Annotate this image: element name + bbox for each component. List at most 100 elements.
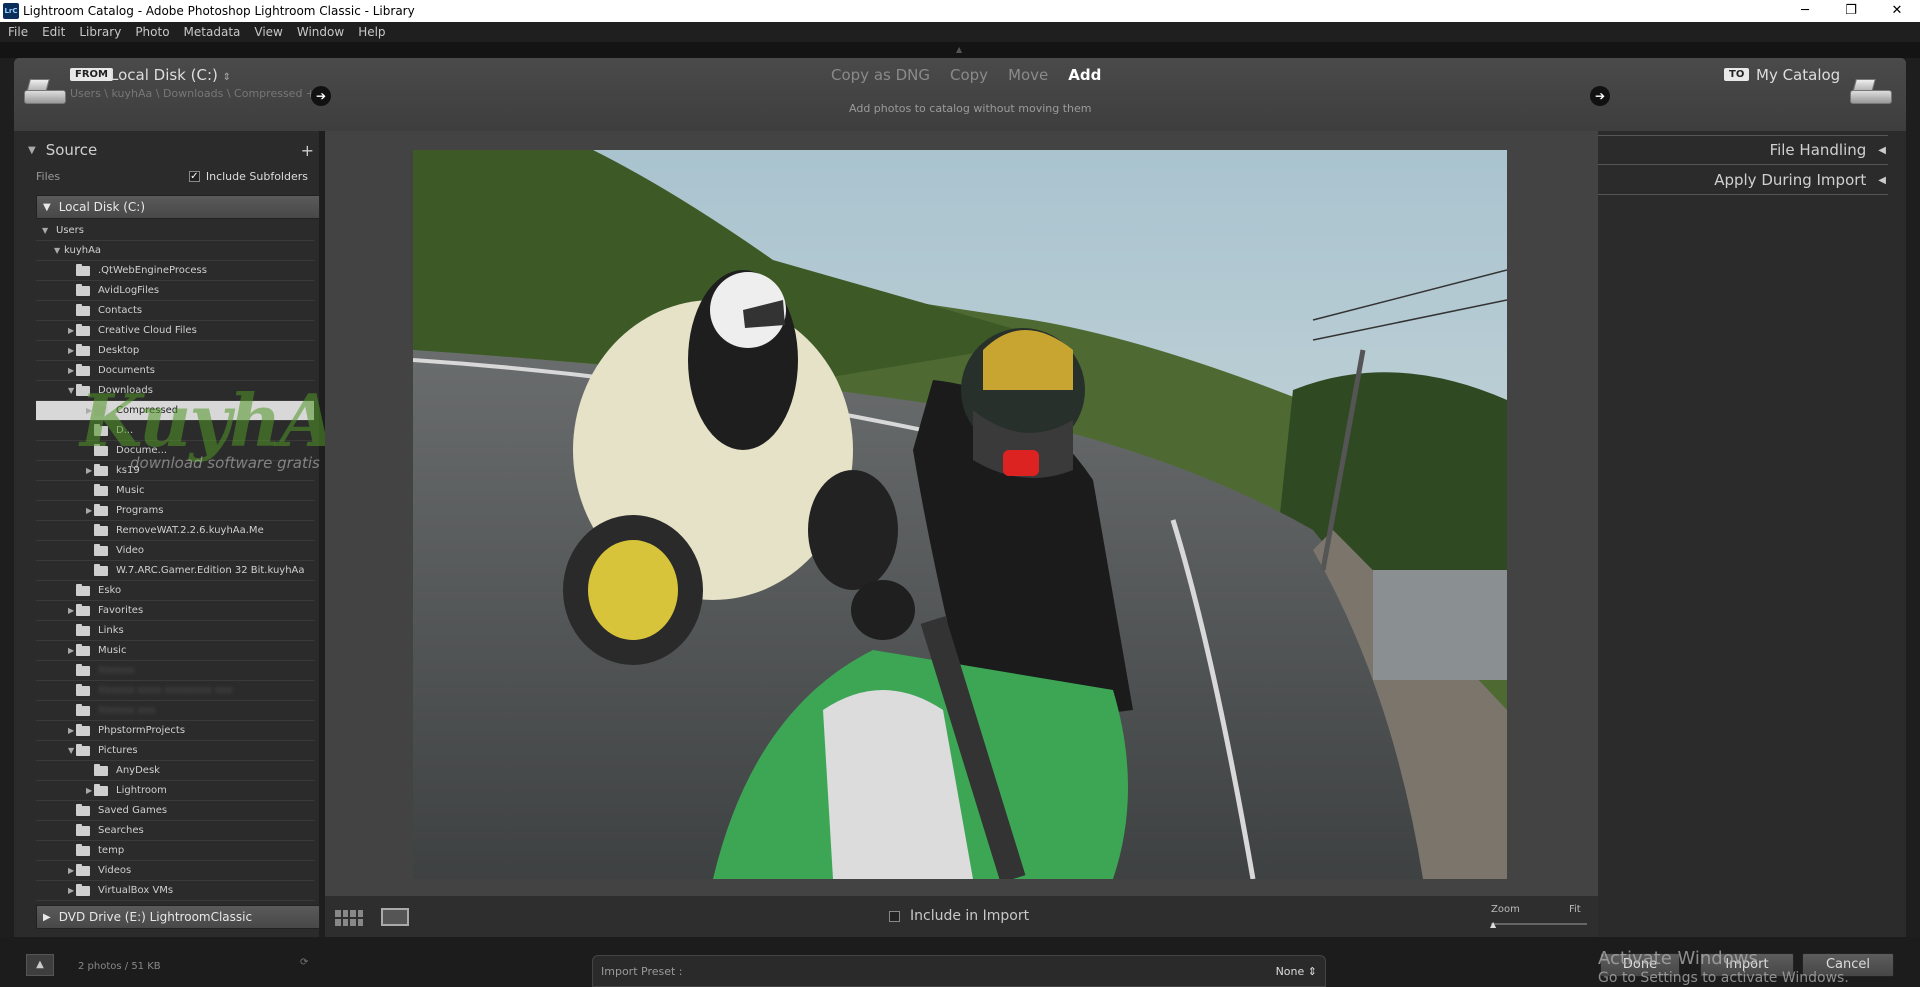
minimize-button[interactable]: ─ — [1782, 0, 1828, 22]
folder-tree-item[interactable]: AnyDesk — [36, 761, 314, 781]
menu-photo[interactable]: Photo — [127, 25, 175, 39]
collapsed-triangle-icon[interactable]: ▶ — [68, 726, 74, 735]
collapsed-triangle-icon[interactable]: ▶ — [68, 886, 74, 895]
folder-tree-item[interactable]: ▶ Music — [36, 641, 314, 661]
menu-view[interactable]: View — [246, 25, 288, 39]
folder-tree-item[interactable]: Xxxxxx xxx — [36, 701, 314, 721]
include-subfolders-checkbox[interactable]: ✓ — [188, 170, 200, 182]
mode-copy-as-dng[interactable]: Copy as DNG — [831, 66, 930, 84]
folder-tree-item[interactable]: Video — [36, 541, 314, 561]
menu-library[interactable]: Library — [71, 25, 127, 39]
volume-local-disk-c[interactable]: ▼ Local Disk (C:) — [36, 195, 320, 219]
loupe-view-icon[interactable] — [381, 908, 409, 926]
file-handling-header[interactable]: File Handling ◀ — [1770, 137, 1886, 163]
folder-tree-item[interactable]: ▼ kuyhAa — [36, 241, 314, 261]
folder-tree-item[interactable]: ▶ Programs — [36, 501, 314, 521]
folder-tree-item[interactable]: Saved Games — [36, 801, 314, 821]
collapsed-triangle-icon[interactable]: ▶ — [68, 866, 74, 875]
folder-tree-item-label: kuyhAa — [64, 245, 102, 256]
mode-add[interactable]: Add — [1068, 66, 1101, 84]
volume-e-label: DVD Drive (E:) LightroomClassic — [58, 910, 253, 924]
import-modes: Copy as DNG Copy Move Add — [831, 66, 1101, 84]
grid-view-icon[interactable] — [335, 910, 363, 926]
add-source-icon[interactable]: + — [301, 141, 314, 160]
folder-tree-item-label: temp — [98, 845, 125, 856]
motorcycle-photo-image — [413, 150, 1507, 879]
folder-tree-item[interactable]: ▶ Favorites — [36, 601, 314, 621]
source-selector[interactable]: Local Disk (C:) ⇕ — [110, 66, 231, 84]
folder-icon — [76, 743, 90, 756]
folder-icon — [94, 503, 108, 516]
maximize-button[interactable]: ❐ — [1828, 0, 1874, 22]
import-preset-select[interactable]: None ⇕ — [1276, 965, 1317, 978]
include-in-import-toggle[interactable]: Include in Import — [889, 908, 1029, 924]
expanded-triangle-icon[interactable]: ▼ — [68, 746, 74, 755]
expanded-triangle-icon[interactable]: ▼ — [54, 246, 60, 255]
title-bar: LrC Lightroom Catalog - Adobe Photoshop … — [0, 0, 1920, 22]
destination-name[interactable]: My Catalog — [1756, 66, 1840, 84]
mode-copy[interactable]: Copy — [950, 66, 988, 84]
folder-tree-item[interactable]: Xxxxxx — [36, 661, 314, 681]
folder-tree-item[interactable]: .QtWebEngineProcess — [36, 261, 314, 281]
preview-toolbar: Include in Import Zoom Fit ▲ — [325, 896, 1598, 937]
collapsed-triangle-icon[interactable]: ▶ — [68, 646, 74, 655]
expanded-triangle-icon[interactable]: ▼ — [68, 386, 74, 395]
folder-tree-item[interactable]: Links — [36, 621, 314, 641]
folder-tree-item[interactable]: ▶ PhpstormProjects — [36, 721, 314, 741]
include-in-import-checkbox[interactable] — [889, 910, 900, 922]
folder-tree-item[interactable]: ▶ VirtualBox VMs — [36, 881, 314, 901]
menu-help[interactable]: Help — [350, 25, 391, 39]
collapsed-triangle-icon[interactable]: ▶ — [68, 366, 74, 375]
collapsed-triangle-icon[interactable]: ▶ — [86, 466, 92, 475]
folder-tree-item-label: Contacts — [98, 305, 143, 316]
apply-during-import-label: Apply During Import — [1714, 171, 1867, 189]
folder-tree-item[interactable]: AvidLogFiles — [36, 281, 314, 301]
zoom-slider[interactable] — [1491, 923, 1587, 925]
destination-arrow-icon[interactable]: ➔ — [1590, 86, 1610, 106]
source-panel-title: Source — [45, 141, 98, 159]
menu-bar: File Edit Library Photo Metadata View Wi… — [0, 22, 1920, 42]
folder-tree: ▼ Users ▼ kuyhAa .QtWebEngineProcess AvidLogF… — [36, 221, 314, 901]
folder-tree-item[interactable]: Searches — [36, 821, 314, 841]
mode-move[interactable]: Move — [1008, 66, 1048, 84]
folder-tree-item-label: Music — [116, 485, 145, 496]
zoom-slider-handle[interactable]: ▲ — [1490, 920, 1496, 929]
volume-dvd-drive-e[interactable]: ▶ DVD Drive (E:) LightroomClassic — [36, 905, 320, 929]
folder-tree-item[interactable]: RemoveWAT.2.2.6.kuyhAa.Me — [36, 521, 314, 541]
folder-tree-item-label: Videos — [98, 865, 132, 876]
collapsed-triangle-icon[interactable]: ▶ — [68, 346, 74, 355]
folder-tree-item[interactable]: Esko — [36, 581, 314, 601]
folder-tree-item[interactable]: ▶ Creative Cloud Files — [36, 321, 314, 341]
folder-icon — [76, 883, 90, 896]
folder-tree-item[interactable]: temp — [36, 841, 314, 861]
include-subfolders-toggle[interactable]: ✓ Include Subfolders — [188, 170, 308, 183]
menu-file[interactable]: File — [0, 25, 34, 39]
collapsed-triangle-icon[interactable]: ▶ — [68, 606, 74, 615]
folder-tree-item[interactable]: Xxxxxx xxxx xxxxxxxx xxx — [36, 681, 314, 701]
folder-tree-item[interactable]: Music — [36, 481, 314, 501]
menu-metadata[interactable]: Metadata — [176, 25, 247, 39]
menu-window[interactable]: Window — [289, 25, 350, 39]
folder-tree-item[interactable]: W.7.ARC.Gamer.Edition 32 Bit.kuyhAa — [36, 561, 314, 581]
folder-tree-item-label: RemoveWAT.2.2.6.kuyhAa.Me — [116, 525, 264, 536]
folder-tree-item[interactable]: Contacts — [36, 301, 314, 321]
collapsed-triangle-icon[interactable]: ▶ — [68, 326, 74, 335]
collapsed-triangle-icon[interactable]: ▶ — [86, 786, 92, 795]
folder-tree-item[interactable]: ▼ Pictures — [36, 741, 314, 761]
photo-preview[interactable] — [413, 150, 1507, 879]
expanded-triangle-icon[interactable]: ▼ — [42, 226, 48, 235]
menu-edit[interactable]: Edit — [34, 25, 71, 39]
folder-tree-item[interactable]: ▶ Desktop — [36, 341, 314, 361]
folder-tree-item[interactable]: ▼ Users — [36, 221, 314, 241]
divider — [1598, 164, 1888, 165]
collapsed-triangle-icon[interactable]: ▶ — [86, 506, 92, 515]
expand-up-icon[interactable]: ▲ — [26, 954, 54, 976]
divider — [1598, 135, 1888, 136]
folder-tree-item[interactable]: ▶ Lightroom — [36, 781, 314, 801]
folder-tree-item[interactable]: ▶ Videos — [36, 861, 314, 881]
close-window-button[interactable]: ✕ — [1874, 0, 1920, 22]
apply-during-import-header[interactable]: Apply During Import ◀ — [1714, 167, 1886, 193]
top-panel-toggle-icon[interactable]: ▲ — [956, 45, 962, 54]
source-panel-header[interactable]: ▼ Source + — [28, 137, 318, 163]
source-arrow-icon[interactable]: ➔ — [311, 86, 331, 106]
